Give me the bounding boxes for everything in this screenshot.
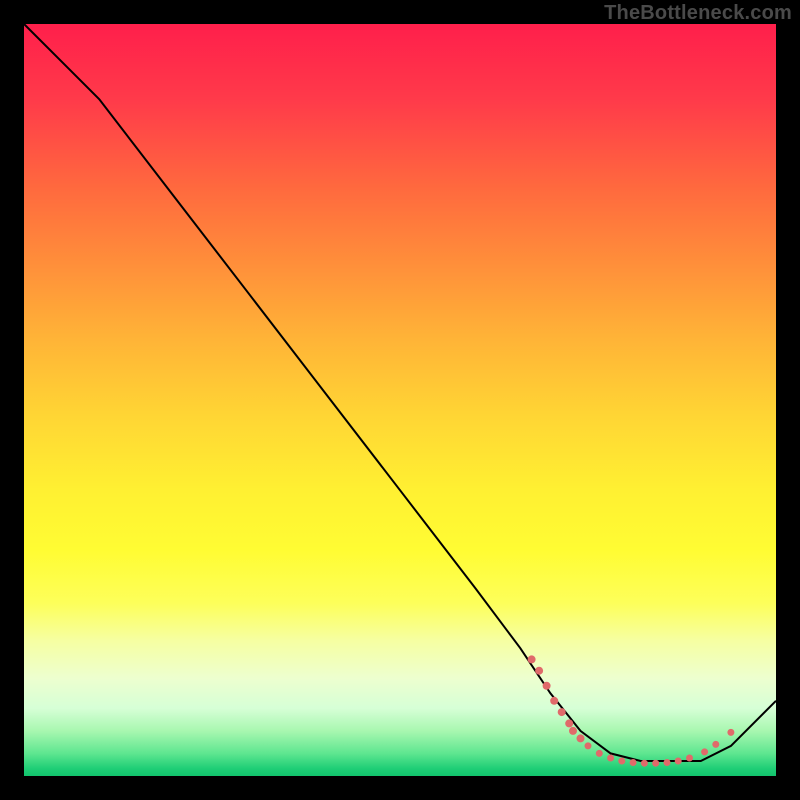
highlight-marker	[535, 667, 543, 675]
highlight-marker	[701, 748, 708, 755]
highlight-marker	[664, 759, 671, 766]
highlight-marker	[675, 758, 682, 765]
highlight-marker	[585, 742, 592, 749]
chart-svg	[24, 24, 776, 776]
highlight-marker	[641, 760, 648, 767]
highlight-marker	[543, 682, 551, 690]
watermark-text: TheBottleneck.com	[604, 2, 792, 25]
highlight-marker	[652, 760, 659, 767]
chart-stage: TheBottleneck.com	[0, 0, 800, 800]
highlight-marker	[565, 719, 573, 727]
highlight-marker	[528, 655, 536, 663]
highlight-marker	[712, 741, 719, 748]
plot-area	[24, 24, 776, 776]
curve-line	[24, 24, 776, 761]
highlight-marker	[569, 727, 577, 735]
highlight-marker	[558, 708, 566, 716]
highlight-marker	[607, 755, 614, 762]
highlight-marker	[618, 758, 625, 765]
highlight-marker	[630, 759, 637, 766]
highlight-marker	[577, 734, 585, 742]
highlight-marker	[727, 729, 734, 736]
highlight-marker	[686, 755, 693, 762]
highlight-marker	[596, 750, 603, 757]
highlight-marker	[550, 697, 558, 705]
marker-group	[528, 655, 735, 766]
